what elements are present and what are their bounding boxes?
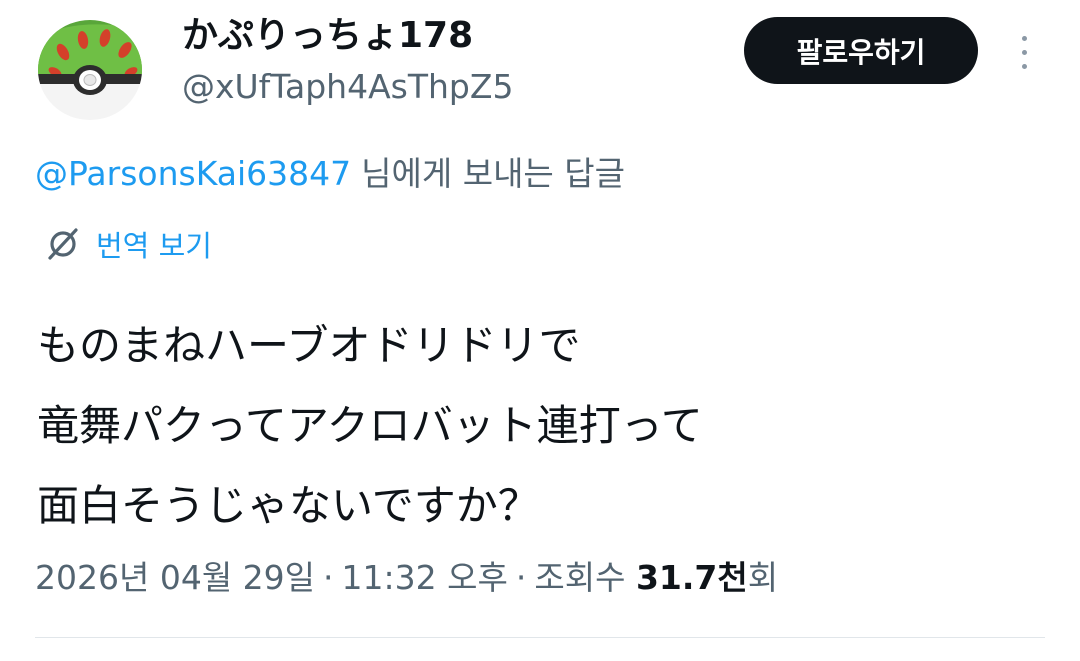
tweet-meta: 2026년 04월 29일 · 11:32 오후 · 조회수 31.7천회 bbox=[35, 554, 778, 602]
tweet-text-line: ものまねハーブオドリドリで bbox=[37, 321, 581, 370]
user-handle[interactable]: @xUfTaph4AsThpZ5 bbox=[182, 66, 513, 108]
translate-link[interactable]: 번역 보기 bbox=[44, 222, 212, 266]
dot bbox=[1021, 63, 1027, 69]
divider bbox=[35, 637, 1045, 638]
tweet-text: ものまねハーブオドリドリで 竜舞パクってアクロバット連打って 面白そうじゃないで… bbox=[37, 306, 703, 546]
dot bbox=[1021, 49, 1027, 55]
tweet-time[interactable]: 11:32 오후 bbox=[342, 558, 508, 597]
avatar[interactable] bbox=[33, 16, 147, 120]
dot bbox=[1021, 35, 1027, 41]
views-suffix: 회 bbox=[747, 558, 779, 597]
friend-ball-icon bbox=[38, 20, 142, 120]
translate-label: 번역 보기 bbox=[96, 229, 212, 263]
meta-separator: · bbox=[515, 558, 527, 597]
tweet-text-line: 面白そうじゃないですか？ bbox=[37, 481, 540, 530]
views-label: 조회수 bbox=[534, 558, 626, 597]
views-count[interactable]: 31.7천 bbox=[636, 558, 748, 597]
reply-suffix-text: 님에게 보내는 답글 bbox=[361, 154, 626, 193]
tweet-text-line: 竜舞パクってアクロバット連打って bbox=[37, 401, 703, 450]
meta-separator: · bbox=[323, 558, 334, 597]
follow-button[interactable]: 팔로우하기 bbox=[744, 17, 978, 84]
reply-mention-link[interactable]: @ParsonsKai63847 bbox=[35, 154, 351, 193]
tweet: かぷりっちょ178 @xUfTaph4AsThpZ5 팔로우하기 @Parson… bbox=[0, 0, 1080, 661]
translate-icon bbox=[44, 225, 82, 263]
more-dots-icon[interactable] bbox=[1008, 30, 1040, 74]
tweet-date[interactable]: 2026년 04월 29일 bbox=[35, 558, 315, 597]
display-name[interactable]: かぷりっちょ178 bbox=[182, 14, 473, 58]
reply-context: @ParsonsKai63847 님에게 보내는 답글 bbox=[35, 152, 625, 196]
